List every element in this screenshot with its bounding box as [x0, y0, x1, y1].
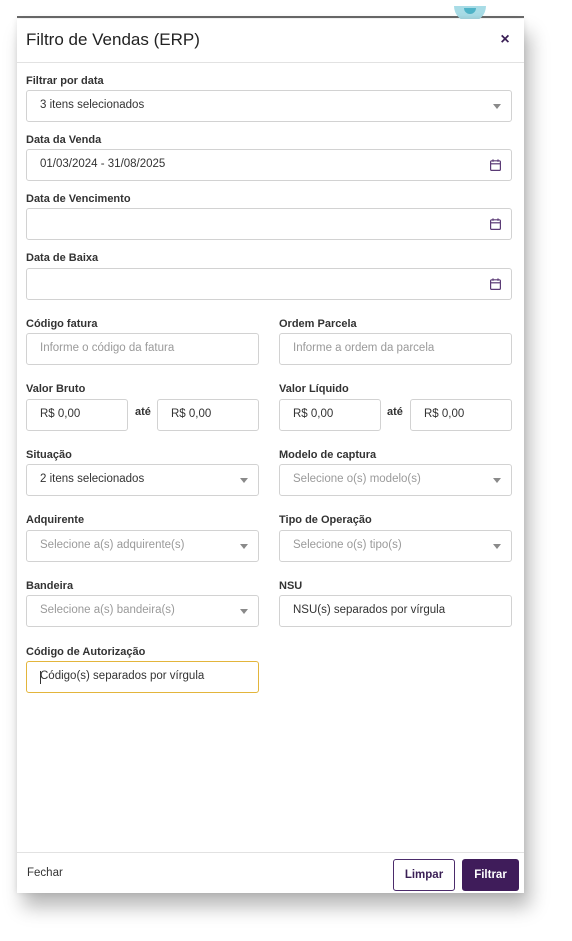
nsu-placeholder: NSU(s) separados por vírgula [293, 604, 446, 616]
valor-bruto-separator: até [135, 406, 151, 418]
background-divider [17, 16, 524, 18]
chevron-down-icon [493, 104, 501, 109]
modelo-captura-placeholder: Selecione o(s) modelo(s) [293, 473, 421, 485]
chevron-down-icon [240, 609, 248, 614]
data-vencimento-label: Data de Vencimento [26, 193, 131, 205]
calendar-icon[interactable] [490, 218, 501, 230]
modal-header: Filtro de Vendas (ERP) × [17, 19, 524, 63]
modal-footer: Fechar Limpar Filtrar [17, 852, 524, 893]
data-baixa-label: Data de Baixa [26, 252, 99, 264]
filtrar-por-data-label: Filtrar por data [26, 75, 104, 87]
modal-title: Filtro de Vendas (ERP) [26, 30, 200, 49]
ordem-parcela-label: Ordem Parcela [279, 318, 357, 330]
adquirente-select[interactable]: Selecione a(s) adquirente(s) [26, 530, 259, 562]
filter-button[interactable]: Filtrar [462, 859, 519, 891]
nsu-input[interactable]: NSU(s) separados por vírgula [279, 595, 512, 627]
codigo-fatura-input[interactable]: Informe o código da fatura [26, 333, 259, 365]
clear-button[interactable]: Limpar [393, 859, 455, 891]
filtrar-por-data-select[interactable]: 3 itens selecionados [26, 90, 512, 122]
valor-bruto-from-value: R$ 0,00 [40, 408, 81, 420]
ordem-parcela-placeholder: Informe a ordem da parcela [293, 342, 435, 354]
filtrar-por-data-value: 3 itens selecionados [40, 99, 145, 111]
tipo-operacao-label: Tipo de Operação [279, 514, 372, 526]
codigo-autorizacao-input[interactable]: Código(s) separados por vírgula [26, 661, 259, 693]
bandeira-label: Bandeira [26, 580, 74, 592]
tipo-operacao-select[interactable]: Selecione o(s) tipo(s) [279, 530, 512, 562]
valor-liquido-to-value: R$ 0,00 [424, 408, 465, 420]
valor-liquido-to-input[interactable]: R$ 0,00 [410, 399, 512, 431]
valor-bruto-from-input[interactable]: R$ 0,00 [26, 399, 128, 431]
situacao-select[interactable]: 2 itens selecionados [26, 464, 259, 496]
codigo-fatura-placeholder: Informe o código da fatura [40, 342, 175, 354]
data-baixa-input[interactable] [26, 268, 512, 300]
tipo-operacao-placeholder: Selecione o(s) tipo(s) [293, 539, 402, 551]
adquirente-label: Adquirente [26, 514, 85, 526]
calendar-icon[interactable] [490, 159, 501, 171]
valor-liquido-from-input[interactable]: R$ 0,00 [279, 399, 381, 431]
codigo-fatura-label: Código fatura [26, 318, 98, 330]
calendar-icon[interactable] [490, 278, 501, 290]
modelo-captura-label: Modelo de captura [279, 449, 377, 461]
close-button[interactable]: Fechar [27, 867, 63, 879]
valor-liquido-label: Valor Líquido [279, 383, 349, 395]
chevron-down-icon [493, 544, 501, 549]
valor-liquido-from-value: R$ 0,00 [293, 408, 334, 420]
text-cursor [40, 671, 41, 684]
valor-liquido-separator: até [387, 406, 403, 418]
valor-bruto-to-input[interactable]: R$ 0,00 [157, 399, 259, 431]
close-icon[interactable]: × [498, 31, 512, 49]
data-vencimento-input[interactable] [26, 208, 512, 240]
ordem-parcela-input[interactable]: Informe a ordem da parcela [279, 333, 512, 365]
modelo-captura-select[interactable]: Selecione o(s) modelo(s) [279, 464, 512, 496]
situacao-value: 2 itens selecionados [40, 473, 145, 485]
data-venda-input[interactable]: 01/03/2024 - 31/08/2025 [26, 149, 512, 181]
valor-bruto-to-value: R$ 0,00 [171, 408, 212, 420]
chevron-down-icon [493, 478, 501, 483]
chevron-down-icon [240, 544, 248, 549]
valor-bruto-label: Valor Bruto [26, 383, 86, 395]
adquirente-placeholder: Selecione a(s) adquirente(s) [40, 539, 185, 551]
data-venda-label: Data da Venda [26, 134, 102, 146]
nsu-label: NSU [279, 580, 303, 592]
bandeira-placeholder: Selecione a(s) bandeira(s) [40, 604, 175, 616]
filter-modal: Filtro de Vendas (ERP) × Filtrar por dat… [17, 19, 524, 893]
chevron-down-icon [240, 478, 248, 483]
bandeira-select[interactable]: Selecione a(s) bandeira(s) [26, 595, 259, 627]
codigo-autorizacao-label: Código de Autorização [26, 646, 146, 658]
data-venda-value: 01/03/2024 - 31/08/2025 [40, 158, 166, 170]
codigo-autorizacao-placeholder: Código(s) separados por vírgula [40, 670, 205, 682]
situacao-label: Situação [26, 449, 72, 461]
